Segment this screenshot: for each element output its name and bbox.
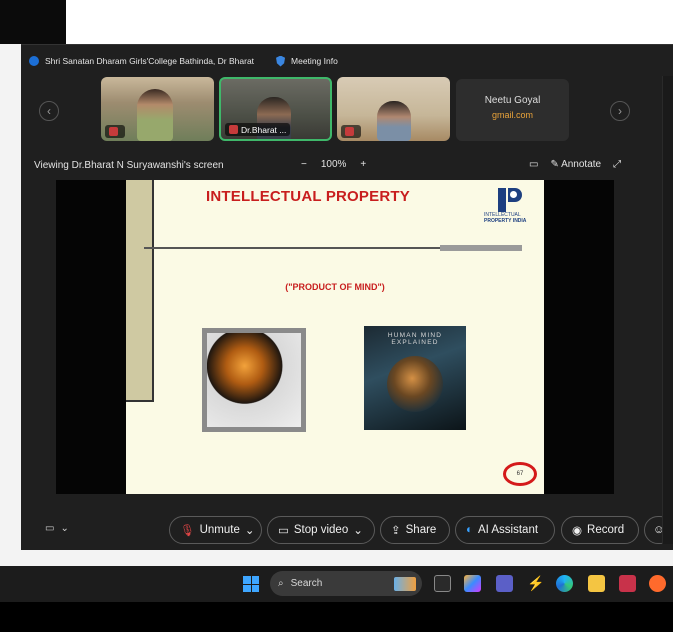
participant-label: Dr.Bharat ... [225, 123, 291, 136]
webex-meeting-window: Shri Sanatan Dharam Girls'College Bathin… [21, 44, 673, 550]
ai-assistant-icon: ◐ [466, 524, 473, 536]
webex-logo-icon [29, 56, 39, 66]
mic-off-icon [345, 127, 354, 136]
participant-tile[interactable] [337, 77, 450, 141]
mic-off-icon [109, 127, 118, 136]
active-speaker-tile[interactable]: Dr.Bharat ... [219, 77, 332, 141]
captions-button[interactable]: ▭ ⌄ [45, 523, 69, 534]
participant-label [341, 125, 361, 138]
record-icon: ◉ [572, 525, 583, 537]
captions-icon: ▭ [45, 523, 55, 534]
annotate-controls: ▭ ✎ Annotate ⤢ [529, 159, 621, 170]
chevron-down-icon: ⌄ [60, 523, 69, 534]
side-panel-edge [662, 76, 673, 544]
background-area [0, 0, 673, 44]
fullscreen-icon[interactable]: ⤢ [613, 159, 621, 170]
task-view-icon[interactable] [434, 575, 451, 592]
search-highlight-icon [394, 576, 416, 591]
share-icon: ⇪ [391, 525, 401, 537]
camera-icon: ▭ [278, 525, 289, 537]
popout-icon[interactable]: ▭ [529, 159, 538, 170]
presentation-slide: INTELLECTUAL PROPERTY INTELLECTUAL PROPE… [126, 180, 544, 494]
brain-head-image [202, 328, 306, 432]
windows-taskbar: ⌕ Search ⚡ [0, 566, 673, 602]
unmute-button[interactable]: 🎙 Unmute ⌄ [169, 516, 262, 544]
chevron-down-icon: ⌄ [244, 525, 255, 537]
share-button[interactable]: ⇪ Share [380, 516, 450, 544]
zoom-controls: − 100% + [301, 159, 366, 170]
screen-bottom-edge [0, 602, 673, 632]
ip-logo-text: PROPERTY INDIA [484, 218, 527, 224]
slide-page-mark: 67 [503, 462, 537, 486]
search-placeholder: Search [290, 578, 323, 589]
participant-name-tile[interactable]: Neetu Goyal gmail.com [456, 79, 569, 141]
app-icon-3[interactable] [649, 575, 666, 592]
edge-icon[interactable] [556, 575, 573, 592]
chevron-down-icon: ⌄ [353, 525, 363, 537]
slide-title: INTELLECTUAL PROPERTY [206, 188, 410, 205]
background-dark-area [0, 0, 66, 44]
human-mind-book-image: HUMAN MIND EXPLAINED [364, 326, 466, 430]
previous-participants-button[interactable]: ‹ [39, 101, 59, 121]
windows-start-icon[interactable] [243, 576, 259, 592]
book-title: HUMAN MIND EXPLAINED [387, 332, 443, 346]
participant-email: gmail.com [491, 110, 533, 120]
taskbar-search[interactable]: ⌕ Search [270, 571, 422, 596]
record-button[interactable]: ◉ Record [561, 516, 639, 544]
slide-subtitle: ("PRODUCT OF MIND") [285, 282, 385, 292]
title-bar: Shri Sanatan Dharam Girls'College Bathin… [29, 54, 338, 68]
meeting-controls: ▭ ⌄ 🎙 Unmute ⌄ ▭ Stop video ⌄ ⇪ Share ◐ AI Assi… [21, 515, 673, 545]
shield-icon[interactable] [276, 55, 286, 67]
participant-video [137, 89, 173, 141]
mic-off-icon: 🎙 [180, 525, 195, 537]
zoom-in-button[interactable]: + [360, 159, 366, 170]
ip-india-logo: INTELLECTUAL PROPERTY INDIA [484, 188, 536, 238]
next-participants-button[interactable]: › [610, 101, 630, 121]
ip-logo-mark-icon [496, 188, 524, 212]
viewing-screen-label: Viewing Dr.Bharat N Suryawanshi's screen [34, 160, 224, 171]
window-title: Shri Sanatan Dharam Girls'College Bathin… [45, 56, 255, 66]
participant-label [105, 125, 125, 138]
participant-name: Neetu Goyal [484, 95, 541, 106]
slide-divider-accent [440, 245, 522, 251]
stop-video-button[interactable]: ▭ Stop video ⌄ [267, 516, 375, 544]
zoom-out-button[interactable]: − [301, 159, 307, 170]
annotate-button[interactable]: ✎ Annotate [550, 159, 601, 170]
teams-icon[interactable] [496, 575, 513, 592]
app-icon-2[interactable] [619, 575, 636, 592]
search-icon: ⌕ [278, 578, 284, 589]
meeting-info-link[interactable]: Meeting Info [291, 56, 338, 66]
ai-assistant-button[interactable]: ◐ AI Assistant [455, 516, 555, 544]
mic-off-icon [229, 125, 238, 134]
file-explorer-icon[interactable] [588, 575, 605, 592]
zoom-level: 100% [320, 159, 347, 170]
shared-screen: INTELLECTUAL PROPERTY INTELLECTUAL PROPE… [56, 180, 614, 494]
copilot-icon[interactable] [464, 575, 481, 592]
app-icon[interactable]: ⚡ [527, 575, 544, 592]
participant-video [377, 101, 411, 141]
participant-tile[interactable] [101, 77, 214, 141]
